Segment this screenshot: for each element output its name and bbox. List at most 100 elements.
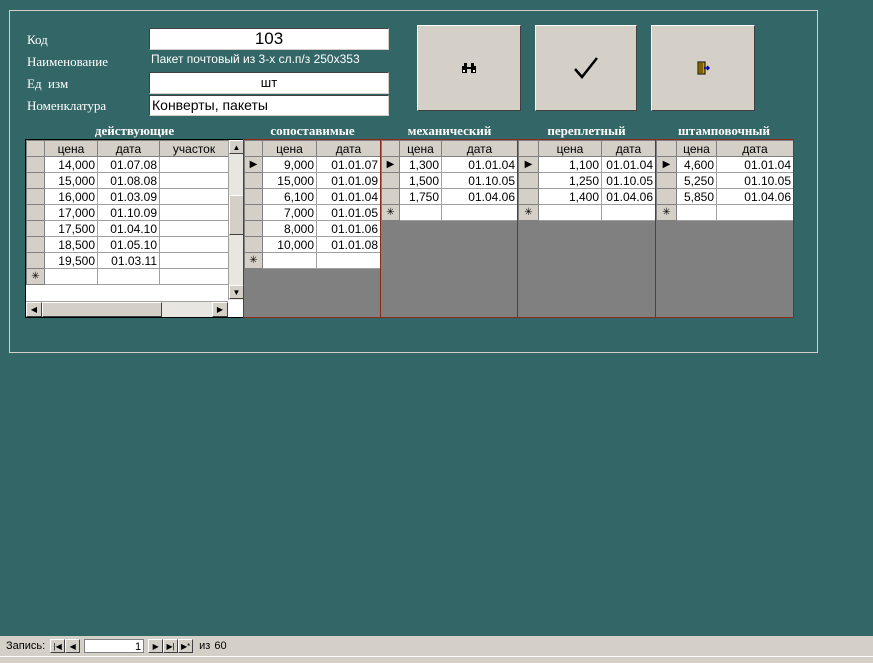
- comparable-prices-grid[interactable]: цена дата ▶ 9,000 01.01.07 15,000 01.01.09 6,…: [243, 139, 381, 318]
- date-cell[interactable]: 01.01.04: [716, 156, 793, 173]
- date-cell[interactable]: 01.08.08: [97, 172, 160, 189]
- empty-cell[interactable]: [44, 268, 98, 285]
- scroll-right-button[interactable]: ▶: [212, 302, 228, 317]
- row-selector[interactable]: [244, 188, 263, 205]
- horizontal-scrollbar[interactable]: ◀ ▶: [26, 301, 228, 317]
- price-cell[interactable]: 5,250: [676, 172, 717, 189]
- find-button[interactable]: [417, 25, 521, 111]
- row-selector[interactable]: [518, 172, 539, 189]
- col-header-price[interactable]: цена: [44, 140, 98, 157]
- price-cell[interactable]: 1,100: [538, 156, 602, 173]
- table-row[interactable]: ▶ 1,100 01.01.04: [518, 156, 655, 173]
- price-cell[interactable]: 17,500: [44, 220, 98, 237]
- table-row[interactable]: ▶ 9,000 01.01.07: [244, 156, 380, 173]
- row-selector[interactable]: [26, 172, 45, 189]
- stamping-grid[interactable]: цена дата ▶ 4,600 01.01.04 5,250 01.10.05 5,8…: [655, 139, 794, 318]
- section-cell[interactable]: [159, 172, 229, 189]
- date-cell[interactable]: 01.04.06: [601, 188, 655, 205]
- code-field[interactable]: 103: [149, 28, 389, 50]
- date-cell[interactable]: 01.01.09: [316, 172, 380, 189]
- table-row[interactable]: 1,500 01.10.05: [381, 172, 517, 189]
- price-cell[interactable]: 17,000: [44, 204, 98, 221]
- table-row[interactable]: 15,000 01.08.08: [26, 172, 229, 189]
- active-prices-grid[interactable]: цена дата участок 14,000 01.07.08 15,000 01…: [25, 139, 244, 318]
- row-selector[interactable]: [381, 188, 400, 205]
- date-cell[interactable]: 01.03.11: [97, 252, 160, 269]
- table-row[interactable]: 14,000 01.07.08: [26, 156, 229, 173]
- new-record-row[interactable]: ✳: [26, 268, 229, 285]
- table-row[interactable]: 17,000 01.10.09: [26, 204, 229, 221]
- empty-cell[interactable]: [262, 252, 317, 269]
- table-row[interactable]: 15,000 01.01.09: [244, 172, 380, 189]
- price-cell[interactable]: 5,850: [676, 188, 717, 205]
- vertical-scrollbar[interactable]: ▲ ▼: [228, 140, 243, 300]
- row-selector[interactable]: [656, 188, 677, 205]
- table-row[interactable]: 1,750 01.04.06: [381, 188, 517, 205]
- table-row[interactable]: 8,000 01.01.06: [244, 220, 380, 237]
- col-header-date[interactable]: дата: [716, 140, 793, 157]
- date-cell[interactable]: 01.01.05: [316, 204, 380, 221]
- confirm-button[interactable]: [535, 25, 637, 111]
- date-cell[interactable]: 01.10.05: [601, 172, 655, 189]
- price-cell[interactable]: 1,500: [399, 172, 442, 189]
- price-cell[interactable]: 10,000: [262, 236, 317, 253]
- empty-cell[interactable]: [399, 204, 442, 221]
- table-row[interactable]: 10,000 01.01.08: [244, 236, 380, 253]
- date-cell[interactable]: 01.05.10: [97, 236, 160, 253]
- price-cell[interactable]: 1,250: [538, 172, 602, 189]
- row-selector[interactable]: [26, 236, 45, 253]
- row-selector[interactable]: [26, 156, 45, 173]
- date-cell[interactable]: 01.01.04: [601, 156, 655, 173]
- row-selector[interactable]: ▶: [518, 156, 539, 173]
- table-row[interactable]: 7,000 01.01.05: [244, 204, 380, 221]
- scroll-up-button[interactable]: ▲: [229, 140, 243, 154]
- section-cell[interactable]: [159, 236, 229, 253]
- col-header-price[interactable]: цена: [676, 140, 717, 157]
- new-record-row[interactable]: ✳: [518, 204, 655, 221]
- empty-cell[interactable]: [716, 204, 793, 221]
- table-row[interactable]: 5,250 01.10.05: [656, 172, 793, 189]
- table-row[interactable]: ▶ 4,600 01.01.04: [656, 156, 793, 173]
- empty-cell[interactable]: [441, 204, 517, 221]
- row-selector[interactable]: [26, 188, 45, 205]
- last-record-button[interactable]: ▶|: [163, 639, 179, 653]
- name-field[interactable]: Пакет почтовый из 3-х сл.п/з 250х353: [151, 52, 360, 66]
- col-header-date[interactable]: дата: [97, 140, 160, 157]
- row-selector[interactable]: [244, 236, 263, 253]
- date-cell[interactable]: 01.01.07: [316, 156, 380, 173]
- previous-record-button[interactable]: ◀: [65, 639, 81, 653]
- price-cell[interactable]: 15,000: [44, 172, 98, 189]
- col-header-price[interactable]: цена: [399, 140, 442, 157]
- row-selector[interactable]: [244, 204, 263, 221]
- row-selector[interactable]: ▶: [381, 156, 400, 173]
- date-cell[interactable]: 01.01.08: [316, 236, 380, 253]
- price-cell[interactable]: 18,500: [44, 236, 98, 253]
- scroll-down-button[interactable]: ▼: [229, 285, 243, 299]
- section-cell[interactable]: [159, 188, 229, 205]
- row-selector[interactable]: ▶: [656, 156, 677, 173]
- price-cell[interactable]: 8,000: [262, 220, 317, 237]
- price-cell[interactable]: 1,300: [399, 156, 442, 173]
- col-header-section[interactable]: участок: [159, 140, 229, 157]
- unit-field[interactable]: шт: [149, 72, 389, 94]
- date-cell[interactable]: 01.10.05: [441, 172, 517, 189]
- scroll-left-button[interactable]: ◀: [26, 302, 42, 317]
- price-cell[interactable]: 16,000: [44, 188, 98, 205]
- next-record-button[interactable]: ▶: [148, 639, 164, 653]
- first-record-button[interactable]: |◀: [50, 639, 66, 653]
- price-cell[interactable]: 7,000: [262, 204, 317, 221]
- mechanical-grid[interactable]: цена дата ▶ 1,300 01.01.04 1,500 01.10.05 1,7…: [380, 139, 518, 318]
- table-row[interactable]: 1,250 01.10.05: [518, 172, 655, 189]
- empty-cell[interactable]: [601, 204, 655, 221]
- date-cell[interactable]: 01.01.04: [441, 156, 517, 173]
- date-cell[interactable]: 01.10.05: [716, 172, 793, 189]
- price-cell[interactable]: 6,100: [262, 188, 317, 205]
- record-number-input[interactable]: 1: [84, 639, 145, 653]
- price-cell[interactable]: 1,400: [538, 188, 602, 205]
- table-row[interactable]: 5,850 01.04.06: [656, 188, 793, 205]
- col-header-date[interactable]: дата: [441, 140, 517, 157]
- row-selector[interactable]: [381, 172, 400, 189]
- date-cell[interactable]: 01.04.06: [716, 188, 793, 205]
- price-cell[interactable]: 19,500: [44, 252, 98, 269]
- table-row[interactable]: 19,500 01.03.11: [26, 252, 229, 269]
